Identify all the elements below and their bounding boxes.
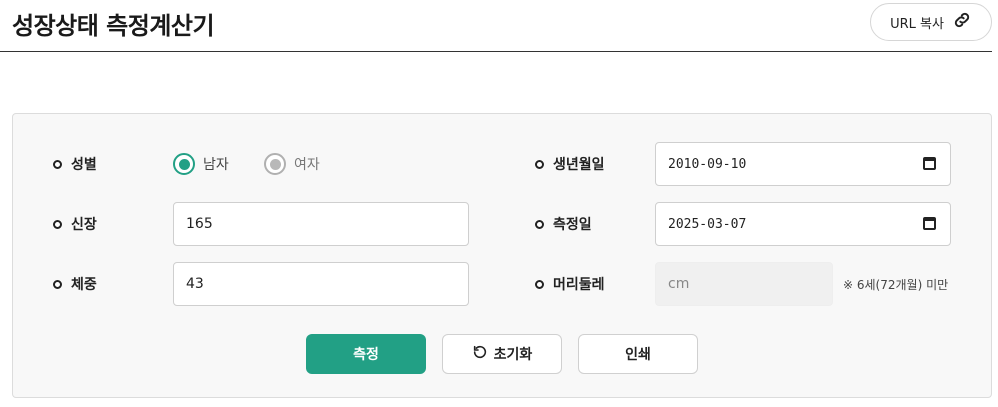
calculator-form: 성별 남자 여자 신장 165 체중 43 생년월일 2010-09-10 측정… <box>12 113 992 398</box>
weight-label: 체중 <box>53 274 97 294</box>
measure-date-label: 측정일 <box>535 214 592 234</box>
gender-radio-female[interactable]: 여자 <box>264 152 320 176</box>
reset-button[interactable]: 초기화 <box>442 334 562 374</box>
bullet-icon <box>53 159 62 169</box>
calendar-icon[interactable] <box>923 157 936 170</box>
bullet-icon <box>535 279 544 289</box>
page-title: 성장상태 측정계산기 <box>12 12 215 40</box>
radio-checked-icon <box>173 153 195 175</box>
calendar-icon[interactable] <box>923 217 936 230</box>
gender-label: 성별 <box>53 154 97 174</box>
height-label: 신장 <box>53 214 97 234</box>
print-button[interactable]: 인쇄 <box>578 334 698 374</box>
measure-button[interactable]: 측정 <box>306 334 426 374</box>
height-input[interactable]: 165 <box>173 202 469 246</box>
copy-url-label: URL 복사 <box>890 16 944 32</box>
weight-input[interactable]: 43 <box>173 262 469 306</box>
radio-unchecked-icon <box>264 153 286 175</box>
head-circumference-note: ※ 6세(72개월) 미만 <box>843 278 949 292</box>
head-circumference-label: 머리둘레 <box>535 274 605 294</box>
measure-date-input[interactable]: 2025-03-07 <box>655 202 951 246</box>
copy-url-button[interactable]: URL 복사 <box>870 3 992 41</box>
head-circumference-input[interactable]: cm <box>655 262 833 306</box>
birthdate-label: 생년월일 <box>535 154 605 174</box>
bullet-icon <box>53 279 62 289</box>
bullet-icon <box>53 219 62 229</box>
birthdate-input[interactable]: 2010-09-10 <box>655 142 951 186</box>
bullet-icon <box>535 159 544 169</box>
link-icon <box>952 10 972 34</box>
gender-radio-male[interactable]: 남자 <box>173 152 229 176</box>
bullet-icon <box>535 219 544 229</box>
refresh-icon <box>472 344 488 364</box>
page-header: 성장상태 측정계산기 URL 복사 <box>0 0 992 52</box>
